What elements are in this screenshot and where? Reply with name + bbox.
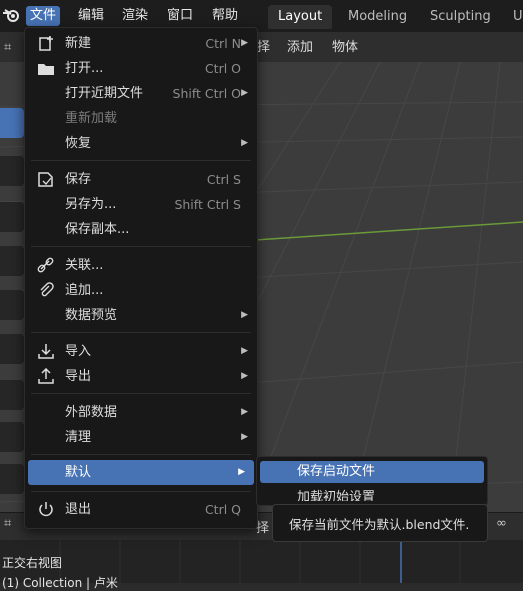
menu-item-quit[interactable]: 退出 Ctrl Q [25,497,257,522]
submenu-arrow-icon: ▶ [241,371,248,381]
menu-separator [31,491,251,492]
add-cube-tool[interactable] [0,464,24,494]
menu-item-external-data[interactable]: 外部数据 ▶ [25,400,257,425]
menu-item-save-as[interactable]: 另存为... Shift Ctrl S [25,192,257,217]
editor-type-icon-bottom[interactable]: ⌗ [4,516,11,531]
menu-separator [31,454,251,455]
menu-window[interactable]: 窗口 [163,6,197,26]
menu-separator [31,160,251,161]
view-name-label: 正交右视图 [2,556,63,570]
export-icon [38,368,54,384]
menu-item-import[interactable]: 导入 ▶ [25,339,257,364]
tooltip-text: 保存当前文件为默认.blend文件. [289,517,470,532]
import-icon [38,344,54,359]
rotate-tool[interactable] [0,246,24,276]
menu-add[interactable]: 添加 [287,38,313,58]
transform-tool[interactable] [0,334,24,364]
submenu-arrow-icon: ▶ [241,88,248,98]
menu-item-save-startup-file[interactable]: 保存启动文件 [260,461,484,483]
cursor-tool[interactable] [0,156,24,186]
select-box-tool[interactable] [0,108,24,138]
link-icon [37,257,54,273]
file-menu-dropdown: 新建 Ctrl N ▶ 打开... Ctrl O 打开近期文件 Shift Ct… [24,27,258,529]
new-file-icon [39,36,53,51]
menu-select[interactable]: 择 [257,38,270,58]
menu-object[interactable]: 物体 [332,38,358,58]
tab-layout[interactable]: Layout [268,5,333,29]
menu-item-clean-up[interactable]: 清理 ▶ [25,425,257,450]
blender-logo-icon[interactable] [2,7,20,23]
menu-item-reload: 重新加载 [65,111,118,126]
append-icon [40,282,54,297]
link-icon[interactable]: ∞ [496,516,507,531]
menu-item-recover[interactable]: 恢复 ▶ [25,131,257,156]
submenu-arrow-icon: ▶ [241,310,248,320]
tab-sculpting[interactable]: Sculpting [420,5,501,29]
menu-help[interactable]: 帮助 [208,6,242,26]
submenu-arrow-icon: ▶ [241,346,248,356]
timeline-area[interactable]: 正交右视图 (1) Collection | 卢米 [0,540,523,590]
menu-file[interactable]: 文件 [26,6,61,26]
submenu-arrow-icon: ▶ [238,467,245,477]
menu-item-link[interactable]: 关联... [25,253,257,278]
submenu-arrow-icon: ▶ [241,138,248,148]
menu-item-new[interactable]: 新建 Ctrl N ▶ [25,31,257,56]
submenu-arrow-icon: ▶ [241,407,248,417]
save-icon [38,172,53,187]
menu-item-save-copy[interactable]: 保存副本... [25,217,257,242]
menu-item-append[interactable]: 追加... [25,278,257,303]
tool-shelf [0,100,24,520]
y-axis-line [254,221,523,241]
menu-separator [31,393,251,394]
folder-icon [38,64,54,75]
tab-uv[interactable]: U [503,5,523,29]
tooltip: 保存当前文件为默认.blend文件. [272,504,488,542]
scale-tool[interactable] [0,290,24,320]
move-tool[interactable] [0,202,24,232]
menu-item-defaults[interactable]: 默认 ▶ [28,460,254,485]
submenu-arrow-icon: ▶ [241,38,248,48]
defaults-submenu: 保存启动文件 加载初始设置 [256,456,488,506]
measure-tool[interactable] [0,422,24,452]
menu-item-load-factory-settings[interactable]: 加载初始设置 [297,487,375,501]
annotate-tool[interactable] [0,380,24,410]
menu-separator [31,332,251,333]
menu-item-export[interactable]: 导出 ▶ [25,364,257,389]
menu-separator [31,246,251,247]
menu-render[interactable]: 渲染 [118,6,152,26]
quit-icon [39,502,53,517]
editor-type-icon[interactable]: ⌗ [4,38,11,58]
menu-item-open[interactable]: 打开... Ctrl O [25,56,257,81]
menu-item-open-recent[interactable]: 打开近期文件 Shift Ctrl O ▶ [25,81,257,106]
menu-item-save[interactable]: 保存 Ctrl S [25,167,257,192]
submenu-arrow-icon: ▶ [241,432,248,442]
menu-item-data-previews[interactable]: 数据预览 ▶ [25,303,257,328]
menu-edit[interactable]: 编辑 [74,6,108,26]
tab-modeling[interactable]: Modeling [338,5,417,29]
